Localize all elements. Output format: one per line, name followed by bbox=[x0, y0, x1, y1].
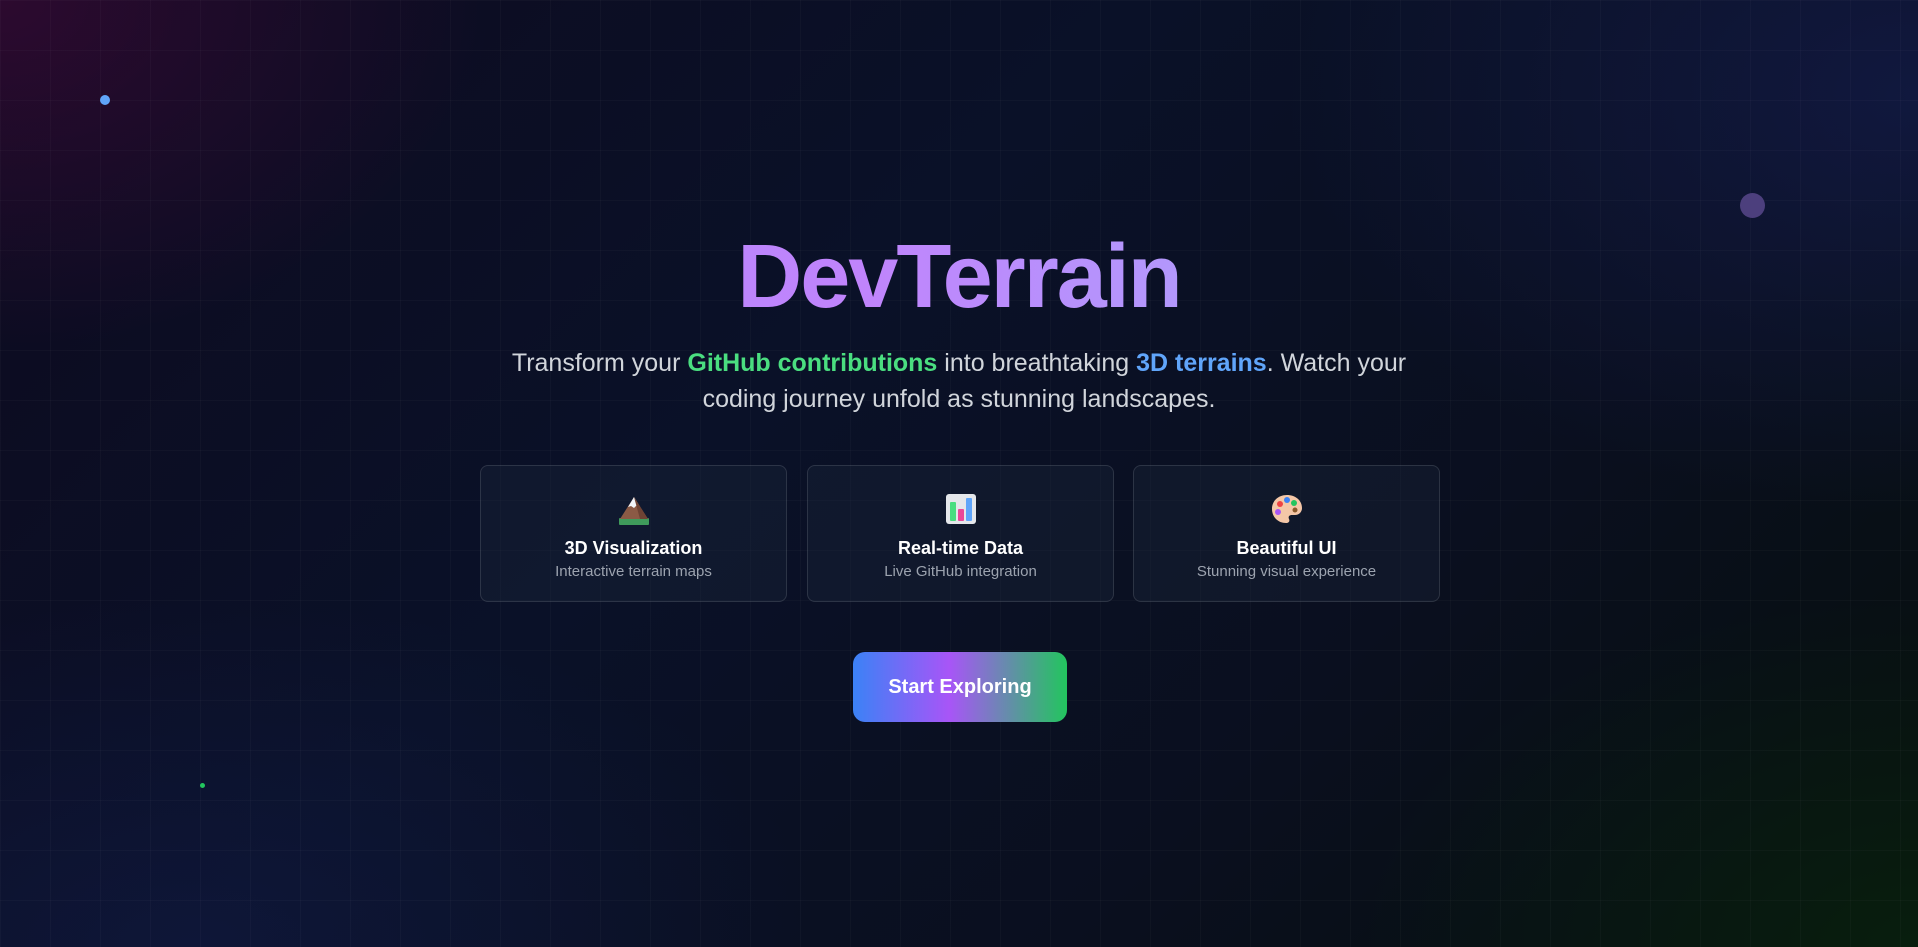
subtitle-highlight-github: GitHub contributions bbox=[687, 349, 938, 377]
feature-card-real-time-data: Real-time Data Live GitHub integration bbox=[807, 465, 1114, 602]
feature-cards: 3D Visualization Interactive terrain map… bbox=[480, 465, 1440, 602]
page-title: DevTerrain bbox=[0, 222, 1918, 332]
feature-card-3d-visualization: 3D Visualization Interactive terrain map… bbox=[480, 465, 787, 602]
subtitle-highlight-terrains: 3D terrains bbox=[1136, 349, 1267, 377]
feature-title: Real-time Data bbox=[897, 538, 1024, 558]
palette-icon bbox=[1134, 492, 1439, 526]
feature-title: 3D Visualization bbox=[564, 538, 703, 558]
hero-section: DevTerrain Transform your GitHub contrib… bbox=[0, 0, 1918, 947]
feature-title: Beautiful UI bbox=[1236, 538, 1337, 558]
start-exploring-button[interactable]: Start Exploring bbox=[853, 652, 1067, 722]
feature-description: Stunning visual experience bbox=[1196, 563, 1377, 580]
subtitle-text: Transform your bbox=[511, 349, 688, 377]
feature-card-beautiful-ui: Beautiful UI Stunning visual experience bbox=[1133, 465, 1440, 602]
subtitle-text: into breathtaking bbox=[937, 349, 1137, 377]
bar-chart-icon bbox=[808, 492, 1113, 526]
feature-description: Interactive terrain maps bbox=[555, 563, 712, 580]
feature-description: Live GitHub integration bbox=[884, 563, 1037, 580]
hero-subtitle: Transform your GitHub contributions into… bbox=[509, 345, 1409, 417]
mountain-icon bbox=[481, 492, 786, 526]
